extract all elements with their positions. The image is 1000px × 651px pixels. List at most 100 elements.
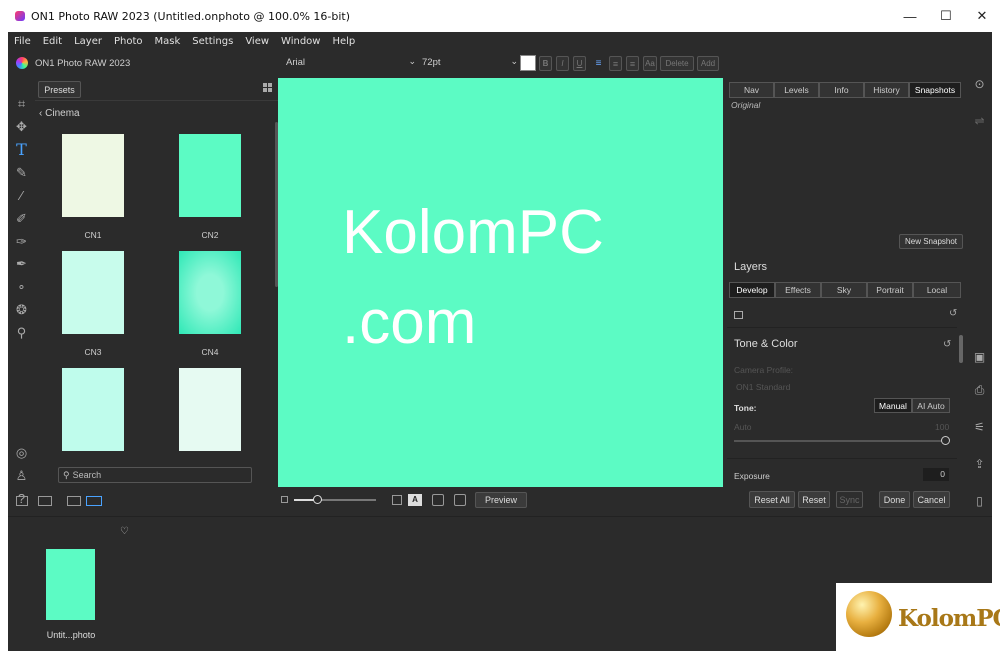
crop-icon[interactable]: ⌗: [14, 96, 29, 111]
layer-add-icon[interactable]: [734, 311, 743, 319]
zoom-icon[interactable]: ⚲: [14, 325, 29, 340]
panel-toggle-icon[interactable]: [16, 496, 28, 506]
tab-snapshots[interactable]: Snapshots: [909, 82, 961, 98]
masking-brush-icon[interactable]: ✎: [14, 165, 29, 180]
font-family-select[interactable]: Arial ⌄: [286, 56, 416, 71]
preset-thumb-cn1[interactable]: [62, 134, 124, 217]
zoom-out-icon[interactable]: [281, 496, 288, 503]
user-icon[interactable]: ♙: [14, 468, 29, 483]
tone-color-title[interactable]: Tone & Color: [734, 338, 798, 350]
maximize-button[interactable]: ☐: [928, 0, 964, 32]
view-grain-icon[interactable]: ❂: [14, 302, 29, 317]
presets-button[interactable]: Presets: [38, 81, 81, 98]
layers-tool-icon[interactable]: ◎: [14, 445, 29, 460]
menu-edit[interactable]: Edit: [37, 36, 68, 47]
retouch-brush-icon[interactable]: ✐: [14, 211, 29, 226]
undo-icon[interactable]: ↺: [949, 308, 957, 319]
delete-text-button[interactable]: Delete: [660, 56, 694, 71]
menu-help[interactable]: Help: [326, 36, 361, 47]
new-snapshot-button[interactable]: New Snapshot: [899, 234, 963, 249]
bold-button[interactable]: B: [539, 56, 552, 71]
perfect-eraser-icon[interactable]: ✑: [14, 234, 29, 249]
tab-info[interactable]: Info: [819, 82, 864, 98]
minimize-button[interactable]: —: [892, 0, 928, 32]
title-bar: ON1 Photo RAW 2023 (Untitled.onphoto @ 1…: [0, 0, 1000, 32]
refine-brush-icon[interactable]: ⁄: [14, 188, 29, 203]
case-button[interactable]: Aa: [643, 56, 657, 71]
tab-effects[interactable]: Effects: [775, 282, 821, 298]
menu-photo[interactable]: Photo: [108, 36, 149, 47]
tab-local[interactable]: Local: [913, 282, 961, 298]
font-size-select[interactable]: 72pt ⌄: [422, 56, 518, 71]
print-icon[interactable]: ⎙: [972, 383, 987, 398]
add-text-button[interactable]: Add: [697, 56, 719, 71]
filmstrip-thumb[interactable]: [46, 549, 95, 620]
ai-tools-icon[interactable]: ▣: [972, 350, 987, 365]
canvas-text-line1[interactable]: KolomPC: [342, 202, 604, 264]
italic-button[interactable]: I: [556, 56, 569, 71]
image-canvas[interactable]: KolomPC .com: [278, 78, 723, 487]
snapshot-original[interactable]: Original: [731, 100, 760, 110]
tab-sky[interactable]: Sky: [821, 282, 867, 298]
preset-thumb-cn2[interactable]: [179, 134, 241, 217]
align-left-icon[interactable]: ≡: [592, 56, 605, 71]
heart-icon[interactable]: ♡: [120, 526, 129, 537]
tab-develop[interactable]: Develop: [729, 282, 775, 298]
align-right-icon[interactable]: ≡: [626, 56, 639, 71]
export-icon[interactable]: ⇪: [972, 457, 987, 472]
close-button[interactable]: ✕: [964, 0, 1000, 32]
menu-settings[interactable]: Settings: [186, 36, 239, 47]
exposure-value[interactable]: 0: [923, 468, 949, 481]
panel-right-icon[interactable]: ▯: [972, 494, 987, 509]
tab-levels[interactable]: Levels: [774, 82, 819, 98]
auto-slider-thumb[interactable]: [941, 436, 950, 445]
cancel-button[interactable]: Cancel: [913, 491, 950, 508]
red-eye-icon[interactable]: ∘: [14, 279, 29, 294]
done-button[interactable]: Done: [879, 491, 910, 508]
tab-portrait[interactable]: Portrait: [867, 282, 913, 298]
preset-thumb-cn3[interactable]: [62, 251, 124, 334]
grid-view-icon[interactable]: [263, 83, 272, 92]
fit-icon[interactable]: [392, 495, 402, 505]
single-view-icon[interactable]: [67, 496, 81, 506]
preset-category[interactable]: ‹ Cinema: [39, 108, 80, 119]
preset-thumb-cn4[interactable]: [179, 251, 241, 334]
tone-ai-auto-button[interactable]: AI Auto: [912, 398, 950, 413]
browse-icon[interactable]: [38, 496, 52, 506]
align-center-icon[interactable]: ≡: [609, 56, 622, 71]
filmstrip-view-icon[interactable]: [86, 496, 102, 506]
menu-window[interactable]: Window: [275, 36, 326, 47]
underline-button[interactable]: U: [573, 56, 586, 71]
text-tool-icon[interactable]: T: [14, 142, 29, 158]
reset-section-icon[interactable]: ↺: [943, 339, 951, 350]
text-color-swatch[interactable]: [520, 55, 536, 71]
menu-layer[interactable]: Layer: [68, 36, 108, 47]
auto-slider[interactable]: [734, 440, 946, 442]
compare-icon[interactable]: [454, 494, 466, 506]
browse-module-icon[interactable]: ⊙: [972, 77, 987, 92]
preset-thumb-cn6[interactable]: [179, 368, 241, 451]
zoom-slider-thumb[interactable]: [313, 495, 322, 504]
menu-view[interactable]: View: [239, 36, 275, 47]
tone-manual-button[interactable]: Manual: [874, 398, 912, 413]
transform-icon[interactable]: ✥: [14, 119, 29, 134]
right-panel-scrollbar[interactable]: [959, 335, 963, 363]
clone-stamp-icon[interactable]: ✒: [14, 256, 29, 271]
reset-all-button[interactable]: Reset All: [749, 491, 795, 508]
reset-button[interactable]: Reset: [798, 491, 830, 508]
menu-file[interactable]: File: [8, 36, 37, 47]
camera-profile-value[interactable]: ON1 Standard: [736, 382, 790, 392]
tab-history[interactable]: History: [864, 82, 909, 98]
preset-thumb-cn5[interactable]: [62, 368, 124, 451]
preview-button[interactable]: Preview: [475, 492, 527, 508]
develop-module-icon[interactable]: ⇌: [972, 114, 987, 129]
menu-mask[interactable]: Mask: [149, 36, 187, 47]
sync-button[interactable]: Sync: [836, 491, 863, 508]
mask-view-icon[interactable]: [432, 494, 444, 506]
canvas-text-line2[interactable]: .com: [342, 292, 476, 354]
text-mode-icon[interactable]: A: [408, 494, 422, 506]
presets-search-input[interactable]: ⚲ Search: [58, 467, 252, 483]
share-icon[interactable]: ⚟: [972, 420, 987, 435]
on1-logo-icon[interactable]: [16, 57, 28, 69]
tab-nav[interactable]: Nav: [729, 82, 774, 98]
